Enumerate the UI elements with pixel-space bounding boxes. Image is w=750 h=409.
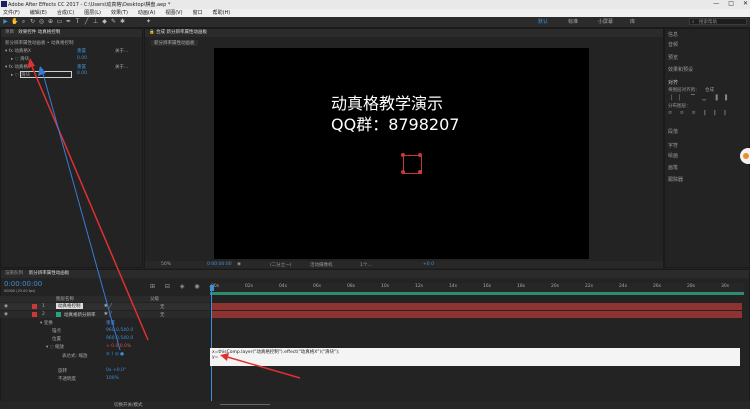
red-arrow: [29, 61, 149, 341]
blue-arrow: [41, 69, 121, 351]
blue-arrowhead: [38, 66, 46, 76]
red-arrow-expression: [223, 355, 301, 379]
red-arrowhead: [27, 58, 35, 68]
annotation-arrows: [27, 58, 301, 379]
red-arrowhead: [220, 353, 229, 361]
